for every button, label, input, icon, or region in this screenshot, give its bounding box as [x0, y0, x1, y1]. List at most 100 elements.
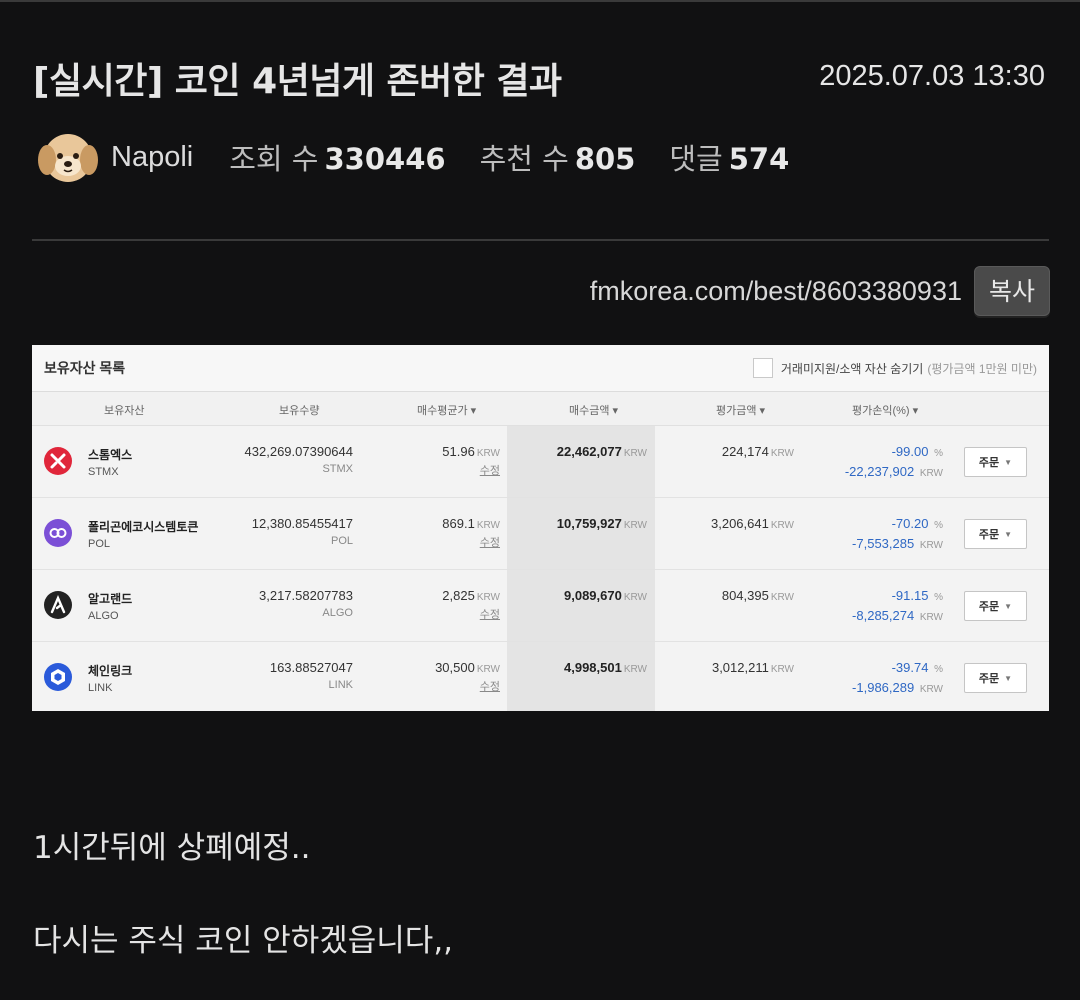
- coin-symbol: LINK: [88, 682, 113, 694]
- edit-avg-price-link[interactable]: 수정: [480, 678, 500, 694]
- eval-amount-value: 3,012,211: [711, 660, 769, 675]
- post-body-line-2: 다시는 주식 코인 안하겠읍니다,,: [33, 923, 454, 959]
- avg-price-unit: KRW: [476, 448, 500, 459]
- quantity-value: 3,217.58207783: [259, 588, 353, 603]
- eval-amount: 224,174 KRW: [722, 444, 794, 459]
- avg-price-unit: KRW: [476, 520, 500, 531]
- profit-amount: -8,285,274 KRW: [852, 608, 943, 623]
- hide-small-assets-checkbox[interactable]: [752, 358, 773, 378]
- buy-amount-unit: KRW: [623, 592, 647, 603]
- percent-sign: %: [934, 664, 943, 675]
- coin-name[interactable]: 알고랜드: [88, 590, 132, 607]
- stmx-icon: [44, 447, 72, 475]
- holding-quantity: 163.88527047: [270, 660, 353, 675]
- avg-price: 30,500 KRW: [435, 660, 500, 675]
- profit-amount-value: -7,553,285: [852, 536, 915, 551]
- recommend-count: 805: [574, 142, 636, 176]
- buy-amount-value: 9,089,670: [564, 588, 622, 603]
- views-count: 330446: [324, 142, 446, 176]
- coin-symbol: POL: [88, 538, 111, 550]
- col-profit[interactable]: 평가손익(%) ▾: [852, 402, 918, 418]
- post-meta: Napoli 조회 수 330446 추천 수 805 댓글 574: [37, 128, 823, 186]
- avg-price-value: 2,825: [442, 588, 475, 603]
- hide-small-assets-option: 거래미지원/소액 자산 숨기기 (평가금액 1만원 미만): [752, 358, 1037, 378]
- avg-price: 2,825 KRW: [442, 588, 500, 603]
- coin-name[interactable]: 체인링크: [88, 662, 132, 679]
- hide-small-assets-note: (평가금액 1만원 미만): [927, 361, 1037, 376]
- edit-avg-price-link[interactable]: 수정: [480, 462, 500, 478]
- top-border: [0, 0, 1080, 2]
- eval-amount-unit: KRW: [770, 520, 794, 531]
- order-button[interactable]: 주문 ▼: [964, 447, 1027, 477]
- profit-amount-value: -1,986,289: [852, 680, 915, 695]
- coin-name[interactable]: 스톰엑스: [88, 446, 132, 463]
- comments-stat: 댓글 574: [669, 136, 789, 178]
- chevron-down-icon: ▼: [1004, 601, 1013, 611]
- order-button[interactable]: 주문 ▼: [964, 519, 1027, 549]
- author-name[interactable]: Napoli: [111, 141, 193, 174]
- profit-percent: -70.20 %: [892, 516, 943, 531]
- profit-amount-unit: KRW: [919, 612, 943, 623]
- holding-quantity: 432,269.07390644: [245, 444, 353, 459]
- quantity-symbol: ALGO: [322, 607, 353, 619]
- buy-amount: 4,998,501 KRW: [564, 660, 647, 675]
- profit-amount-value: -8,285,274: [852, 608, 915, 623]
- avg-price: 869.1 KRW: [442, 516, 500, 531]
- buy-amount: 9,089,670 KRW: [564, 588, 647, 603]
- profit-percent-value: -39.74: [891, 660, 929, 675]
- holding-quantity: 3,217.58207783: [259, 588, 353, 603]
- table-row[interactable]: 체인링크 LINK 163.88527047 LINK 30,500 KRW 수정 4,998…: [32, 642, 1049, 711]
- profit-percent-value: -70.20: [891, 516, 929, 531]
- recommend-label: 추천 수: [479, 142, 569, 176]
- table-row[interactable]: 스톰엑스 STMX 432,269.07390644 STMX 51.96 KRW 수정 22…: [32, 426, 1049, 498]
- table-row[interactable]: 알고랜드 ALGO 3,217.58207783 ALGO 2,825 KRW 수정 9,08…: [32, 570, 1049, 642]
- holdings-title: 보유자산 목록: [44, 360, 126, 376]
- profit-percent-value: -91.15: [891, 588, 929, 603]
- post-title: [실시간] 코인 4년넘게 존버한 결과: [33, 61, 562, 102]
- profit-amount-unit: KRW: [919, 684, 943, 695]
- col-quantity: 보유수량: [279, 405, 320, 417]
- post-url[interactable]: fmkorea.com/best/8603380931: [590, 276, 962, 307]
- col-eval-amount[interactable]: 평가금액 ▾: [716, 402, 765, 418]
- eval-amount-unit: KRW: [770, 448, 794, 459]
- profit-amount: -22,237,902 KRW: [845, 464, 943, 479]
- puppy-avatar-icon: [38, 134, 98, 182]
- copy-url-button[interactable]: 복사: [973, 266, 1050, 316]
- profit-amount-value: -22,237,902: [844, 464, 915, 479]
- col-buy-amount[interactable]: 매수금액 ▾: [569, 402, 618, 418]
- col-avg-price[interactable]: 매수평균가 ▾: [417, 402, 476, 418]
- comments-label: 댓글: [669, 142, 723, 176]
- profit-percent: -91.15 %: [892, 588, 943, 603]
- recommend-stat: 추천 수 805: [480, 136, 636, 178]
- hide-small-assets-label: 거래미지원/소액 자산 숨기기: [780, 361, 924, 376]
- coin-symbol: ALGO: [88, 610, 119, 622]
- edit-avg-price-link[interactable]: 수정: [480, 534, 500, 550]
- coin-name[interactable]: 폴리곤에코시스템토큰: [88, 518, 198, 535]
- post-datetime: 2025.07.03 13:30: [819, 60, 1045, 92]
- order-button[interactable]: 주문 ▼: [964, 591, 1027, 621]
- eval-amount-value: 804,395: [721, 588, 769, 603]
- divider: [32, 239, 1049, 241]
- eval-amount-unit: KRW: [770, 592, 794, 603]
- table-row[interactable]: 폴리곤에코시스템토큰 POL 12,380.85455417 POL 869.1 KRW 수…: [32, 498, 1049, 570]
- profit-amount-unit: KRW: [919, 468, 943, 479]
- profit-percent-value: -99.00: [891, 444, 929, 459]
- profit-amount: -1,986,289 KRW: [852, 680, 943, 695]
- percent-sign: %: [934, 592, 943, 603]
- profit-amount: -7,553,285 KRW: [852, 536, 943, 551]
- order-button[interactable]: 주문 ▼: [964, 663, 1027, 693]
- buy-amount-unit: KRW: [623, 448, 647, 459]
- quantity-value: 432,269.07390644: [244, 444, 353, 459]
- avatar[interactable]: [37, 128, 99, 186]
- order-label: 주문: [978, 601, 1000, 613]
- col-asset: 보유자산: [104, 405, 145, 417]
- holding-quantity: 12,380.85455417: [252, 516, 353, 531]
- avg-price-value: 30,500: [435, 660, 475, 675]
- post-body-line-1: 1시간뒤에 상폐예정..: [33, 830, 311, 866]
- eval-amount: 3,012,211 KRW: [712, 660, 794, 675]
- chevron-down-icon: ▼: [1004, 673, 1013, 683]
- order-label: 주문: [978, 673, 1000, 685]
- chevron-down-icon: ▼: [1004, 529, 1013, 539]
- edit-avg-price-link[interactable]: 수정: [480, 606, 500, 622]
- eval-amount: 804,395 KRW: [722, 588, 794, 603]
